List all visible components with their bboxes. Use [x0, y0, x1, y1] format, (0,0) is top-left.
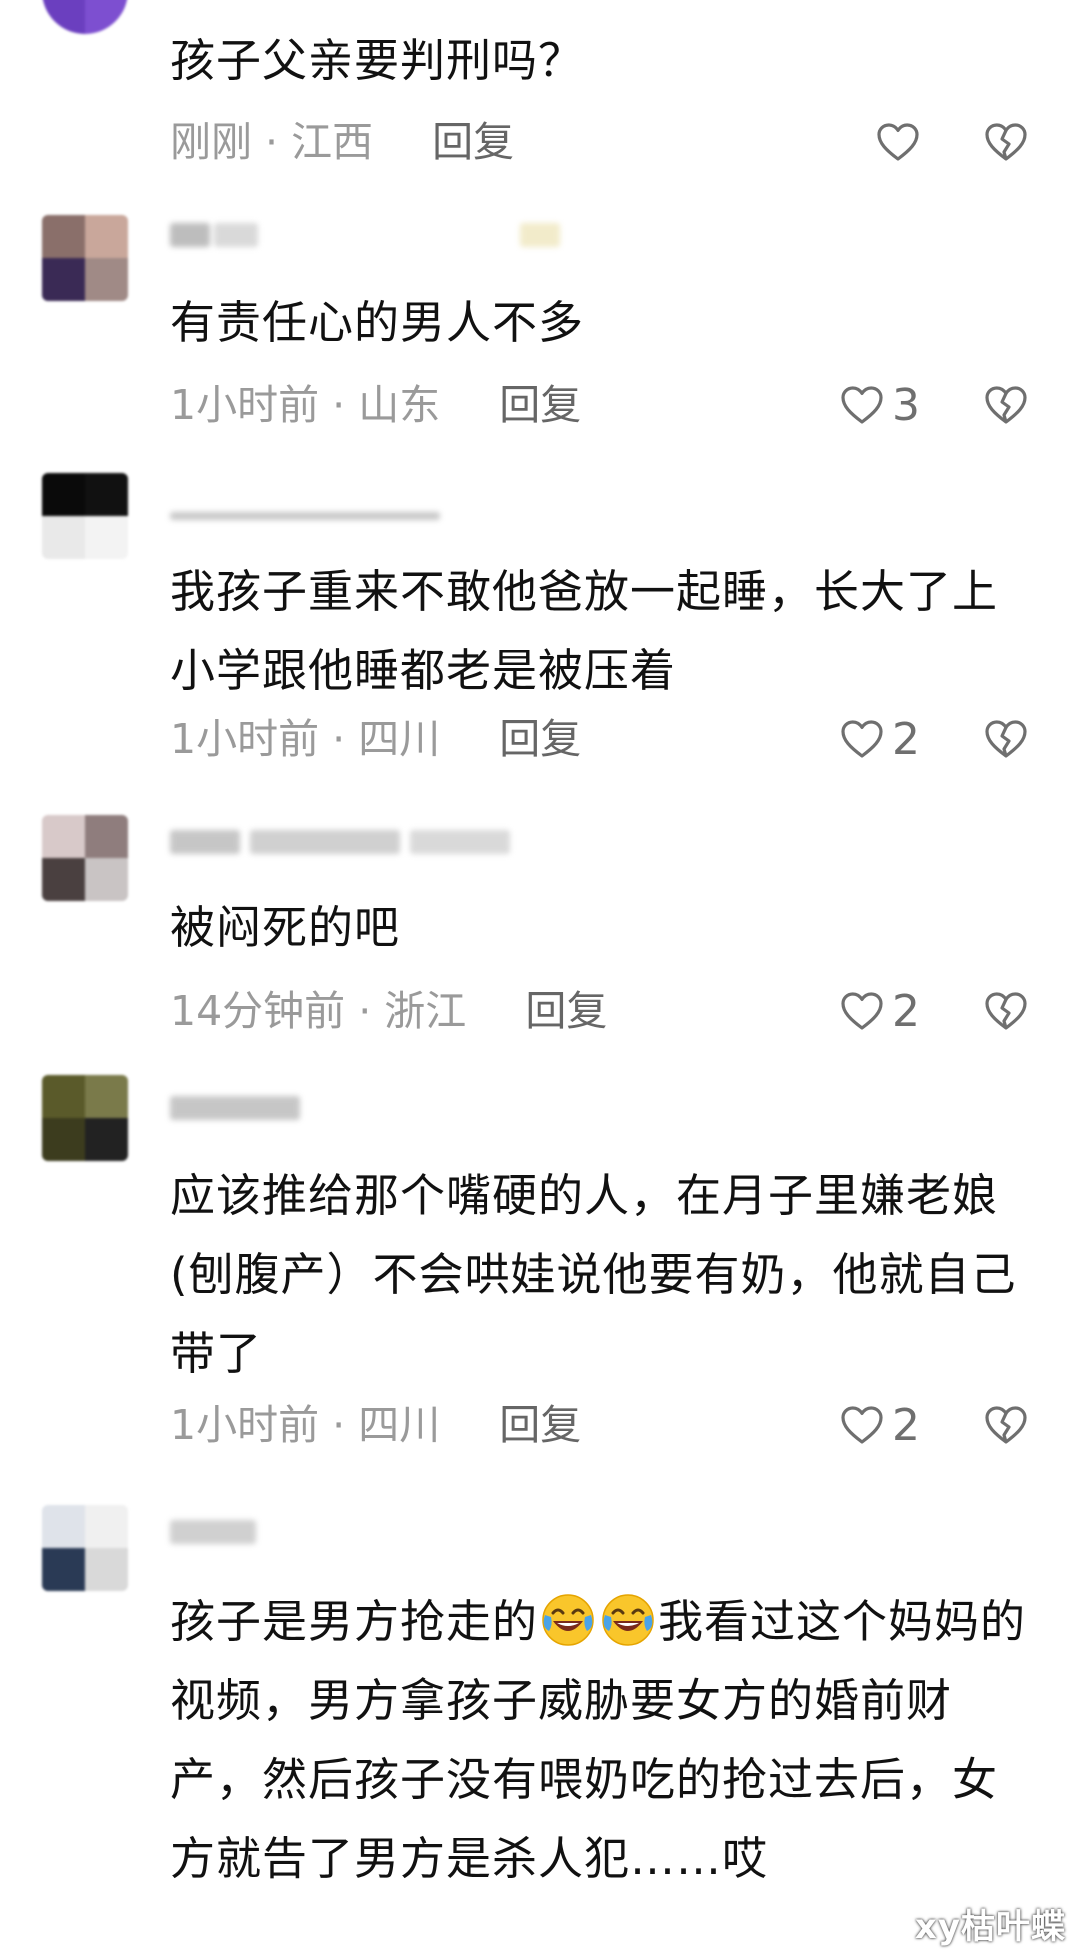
- avatar-tile: [42, 258, 85, 301]
- heart-icon: [840, 1405, 884, 1445]
- like-button[interactable]: 2: [840, 1399, 920, 1451]
- reply-button[interactable]: 回复: [499, 381, 581, 429]
- avatar-tile: [42, 516, 85, 559]
- comment-text-part: 孩子是男方抢走的: [170, 1595, 539, 1648]
- comment-time: 1小时前: [170, 381, 320, 429]
- username[interactable]: [170, 822, 570, 862]
- laughing-crying-emoji-icon: [539, 1591, 597, 1649]
- avatar[interactable]: [42, 1505, 128, 1591]
- avatar[interactable]: [42, 473, 128, 559]
- comment-meta: 1小时前 · 四川 回复: [170, 1401, 582, 1449]
- comment-text: 被闷死的吧: [170, 901, 401, 954]
- avatar-tile: [42, 0, 85, 34]
- dislike-button[interactable]: [984, 1400, 1028, 1450]
- avatar-tile: [42, 815, 85, 858]
- comment-location: 浙江: [384, 987, 467, 1035]
- comment-time: 1小时前: [170, 715, 320, 763]
- avatar-tile: [85, 1505, 128, 1548]
- comment-meta: 1小时前 · 山东 回复: [170, 381, 582, 429]
- laughing-crying-emoji-icon: [599, 1591, 657, 1649]
- comment-text: 我孩子重来不敢他爸放一起睡，长大了上小学跟他睡都老是被压着: [170, 565, 999, 697]
- avatar-tile: [85, 0, 128, 34]
- username[interactable]: [170, 486, 470, 526]
- avatar-tile: [85, 258, 128, 301]
- avatar-tile: [42, 1118, 85, 1161]
- dislike-button[interactable]: [984, 117, 1028, 167]
- comment-location: 江西: [291, 118, 374, 166]
- avatar-tile: [42, 473, 85, 516]
- avatar-tile: [85, 1118, 128, 1161]
- heart-icon: [876, 122, 920, 162]
- comment-time: 1小时前: [170, 1401, 320, 1449]
- avatar-tile: [85, 1075, 128, 1118]
- avatar-tile: [85, 516, 128, 559]
- comment-text: 孩子是男方抢走的 我看过这个妈妈的视频，男方拿孩子威胁要女方的婚前财产，然后孩子…: [170, 1582, 1030, 1898]
- comment-location: 山东: [358, 381, 441, 429]
- comment-location: 四川: [358, 1401, 441, 1449]
- avatar-tile: [85, 1548, 128, 1591]
- broken-heart-icon: [984, 122, 1028, 162]
- avatar[interactable]: [42, 1075, 128, 1161]
- heart-icon: [840, 991, 884, 1031]
- broken-heart-icon: [984, 385, 1028, 425]
- like-count: 3: [892, 379, 920, 431]
- dislike-button[interactable]: [984, 714, 1028, 764]
- avatar-tile: [85, 215, 128, 258]
- avatar-tile: [42, 858, 85, 901]
- avatar-tile: [85, 858, 128, 901]
- dislike-button[interactable]: [984, 986, 1028, 1036]
- broken-heart-icon: [984, 1405, 1028, 1445]
- avatar-tile: [85, 815, 128, 858]
- like-button[interactable]: 3: [840, 379, 920, 431]
- like-button[interactable]: 2: [840, 713, 920, 765]
- heart-icon: [840, 385, 884, 425]
- username[interactable]: [170, 1512, 370, 1552]
- like-count: 2: [892, 1399, 920, 1451]
- username[interactable]: [170, 1088, 370, 1128]
- broken-heart-icon: [984, 991, 1028, 1031]
- comment-location: 四川: [358, 715, 441, 763]
- like-button[interactable]: 2: [840, 985, 920, 1037]
- comment-time: 14分钟前: [170, 987, 346, 1035]
- avatar[interactable]: [42, 215, 128, 301]
- like-count: 2: [892, 713, 920, 765]
- reply-button[interactable]: 回复: [525, 987, 607, 1035]
- dislike-button[interactable]: [984, 380, 1028, 430]
- heart-icon: [840, 719, 884, 759]
- comment-text: 应该推给那个嘴硬的人，在月子里嫌老娘(刨腹产）不会哄娃说他要有奶，他就自己带了: [170, 1169, 1017, 1380]
- like-button[interactable]: [876, 117, 920, 167]
- reply-button[interactable]: 回复: [432, 118, 514, 166]
- comment-meta: 14分钟前 · 浙江 回复: [170, 987, 608, 1035]
- comment-time: 刚刚: [170, 118, 252, 166]
- avatar[interactable]: [42, 815, 128, 901]
- comment-text: 有责任心的男人不多: [170, 296, 585, 349]
- comment-text: 孩子父亲要判刑吗？: [170, 34, 585, 87]
- like-count: 2: [892, 985, 920, 1037]
- avatar-tile: [85, 473, 128, 516]
- reply-button[interactable]: 回复: [499, 715, 581, 763]
- broken-heart-icon: [984, 719, 1028, 759]
- username[interactable]: [170, 215, 590, 255]
- watermark: xy枯叶蝶: [914, 1907, 1066, 1947]
- comment-meta: 1小时前 · 四川 回复: [170, 715, 582, 763]
- reply-button[interactable]: 回复: [499, 1401, 581, 1449]
- comment-meta: 刚刚 · 江西 回复: [170, 118, 515, 166]
- avatar-tile: [42, 215, 85, 258]
- avatar-tile: [42, 1075, 85, 1118]
- avatar[interactable]: [42, 0, 128, 34]
- avatar-tile: [42, 1505, 85, 1548]
- avatar-tile: [42, 1548, 85, 1591]
- comment-list: 孩子父亲要判刑吗？ 刚刚 · 江西 回复 有责任心的男人不多 1小时前 · 山东…: [0, 0, 1080, 1954]
